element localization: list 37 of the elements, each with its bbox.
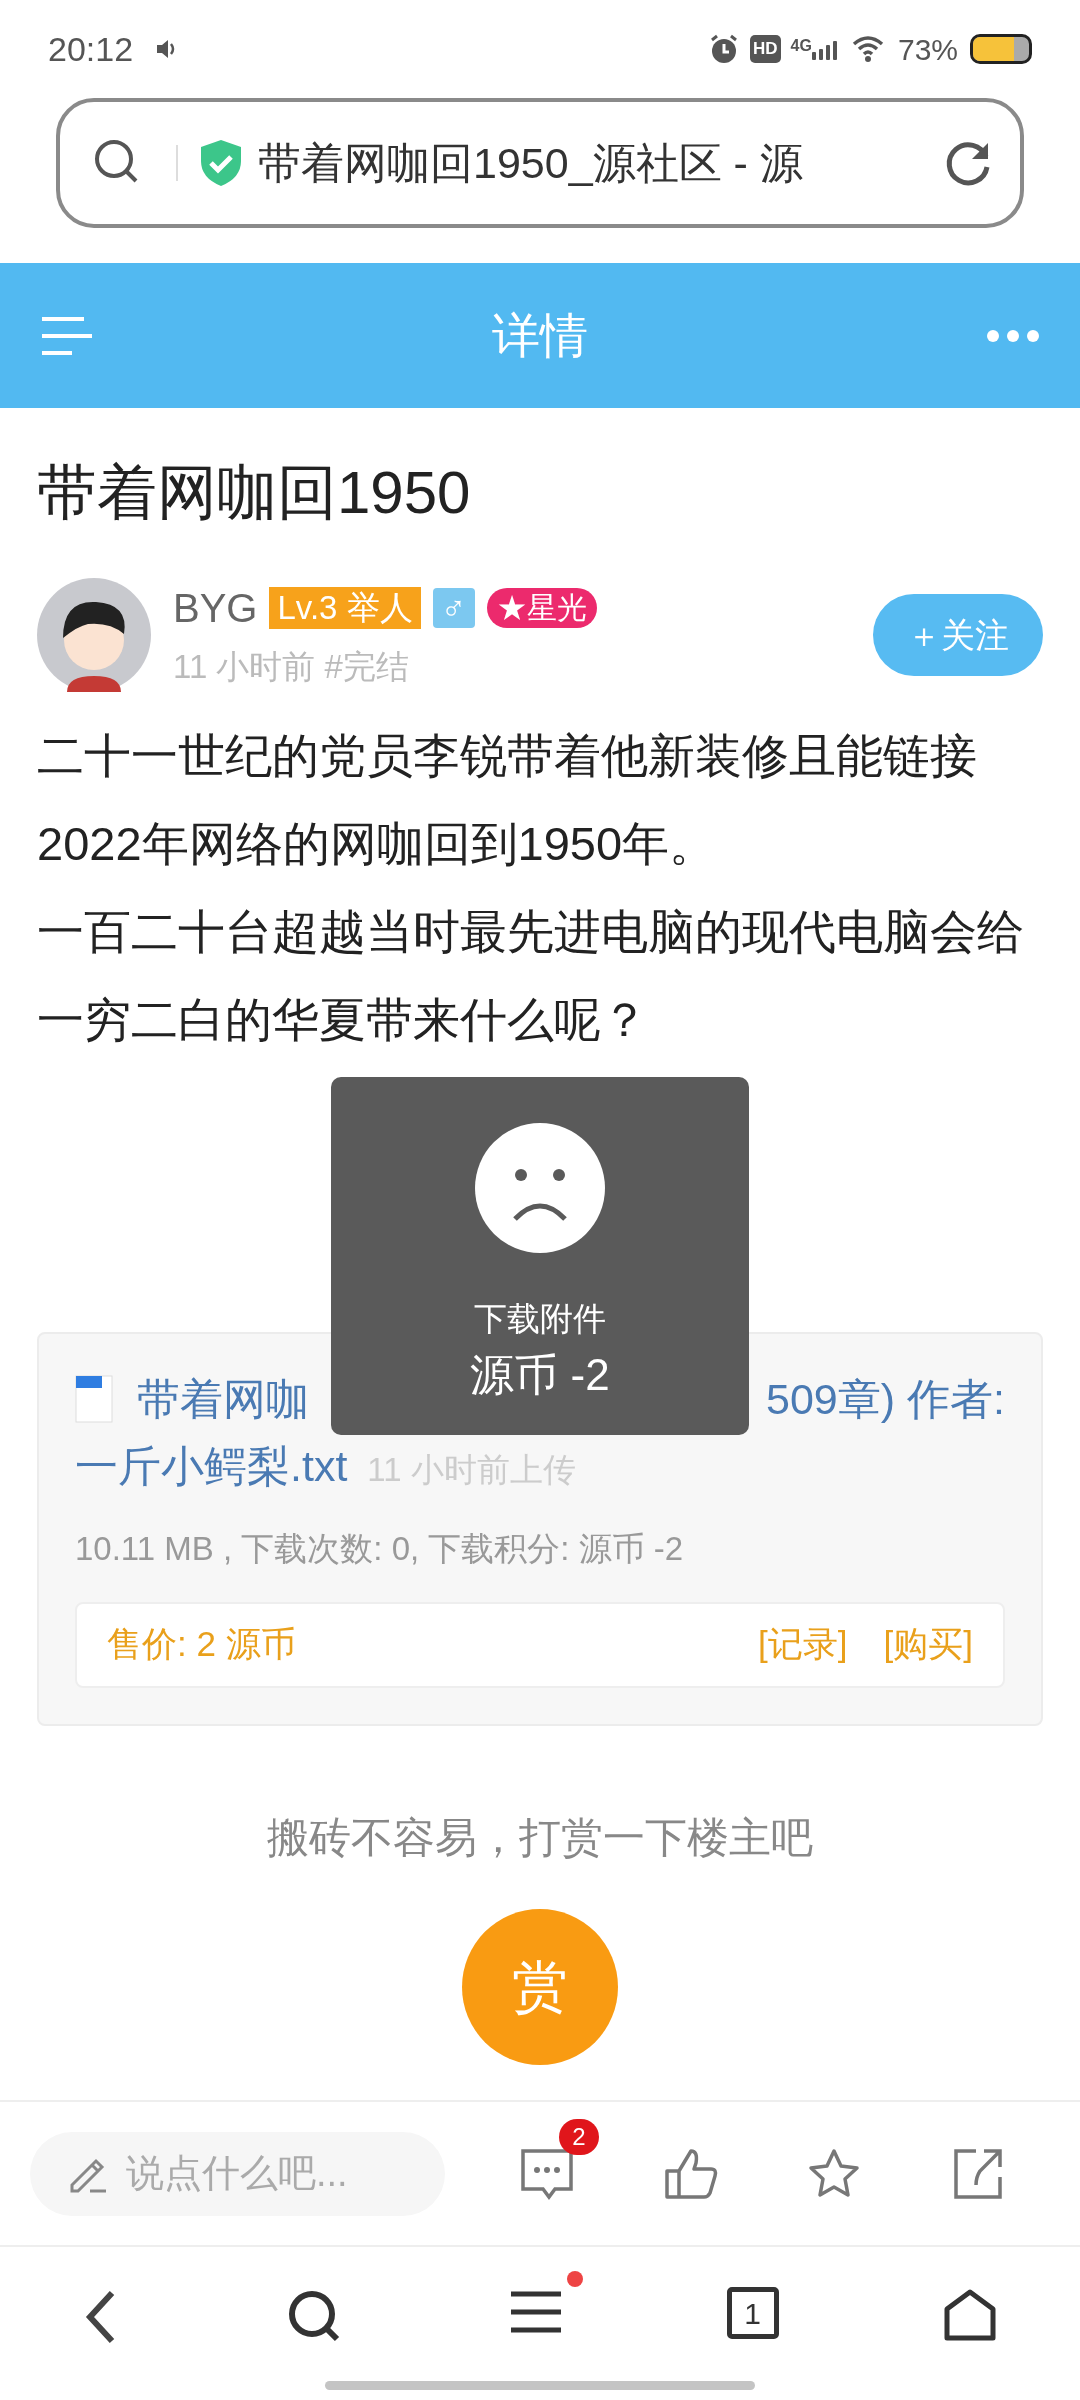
comment-icon[interactable]: [518, 2146, 575, 2201]
post-meta: 11 小时前 #完结: [173, 647, 410, 688]
signal-icon: [811, 38, 838, 60]
thumbs-up-icon[interactable]: [662, 2146, 719, 2201]
avatar[interactable]: [37, 578, 151, 692]
buy-link[interactable]: [购买]: [883, 1618, 973, 1671]
gender-badge: ♂: [432, 588, 475, 629]
attachment-link[interactable]: 带着网咖: [137, 1366, 309, 1432]
toast-message: 源币 -2: [470, 1349, 610, 1401]
comment-field[interactable]: 说点什么吧...: [30, 2131, 445, 2216]
reward-button[interactable]: 赏: [462, 1908, 618, 2065]
clock: 20:12: [48, 28, 134, 70]
follow-button[interactable]: ＋关注: [873, 594, 1043, 676]
post-paragraph: 一百二十台超越当时最先进电脑的现代电脑会给一穷二白的华夏带来什么呢？: [37, 904, 1025, 1048]
honor-badge: ★星光: [486, 588, 597, 629]
reward-prompt: 搬砖不容易，打赏一下楼主吧: [267, 1812, 813, 1863]
level-badge: Lv.3 举人: [269, 587, 421, 630]
post-paragraph: 二十一世纪的党员李锐带着他新装修且能链接2022年网络的网咖回到1950年。: [37, 728, 978, 872]
attachment-link[interactable]: 一斤小鳄梨.txt: [75, 1434, 348, 1499]
toast-title: 下载附件: [474, 1299, 606, 1339]
network-label: 4G: [790, 38, 812, 54]
header-title: 详情: [492, 308, 588, 362]
attachment-info: 10.11 MB , 下载次数: 0, 下载积分: 源币 -2: [75, 1529, 685, 1569]
post-title: 带着网咖回1950: [37, 459, 471, 526]
txt-file-icon: [75, 1375, 113, 1423]
battery-percent: 73%: [897, 31, 958, 68]
price-label: 售价: 2 源币: [107, 1623, 296, 1666]
record-link[interactable]: [记录]: [758, 1618, 848, 1671]
hd-icon: HD: [750, 35, 781, 63]
sad-face-icon: [475, 1123, 605, 1253]
tabs-button[interactable]: 1: [726, 2287, 779, 2339]
author-name[interactable]: BYG: [173, 578, 258, 639]
home-icon[interactable]: [942, 2287, 999, 2343]
shield-check-icon: [198, 138, 244, 188]
comment-count-badge: 2: [558, 2118, 599, 2155]
attachment-link[interactable]: 509章) 作者:: [766, 1366, 1005, 1432]
battery-icon: [970, 34, 1032, 64]
